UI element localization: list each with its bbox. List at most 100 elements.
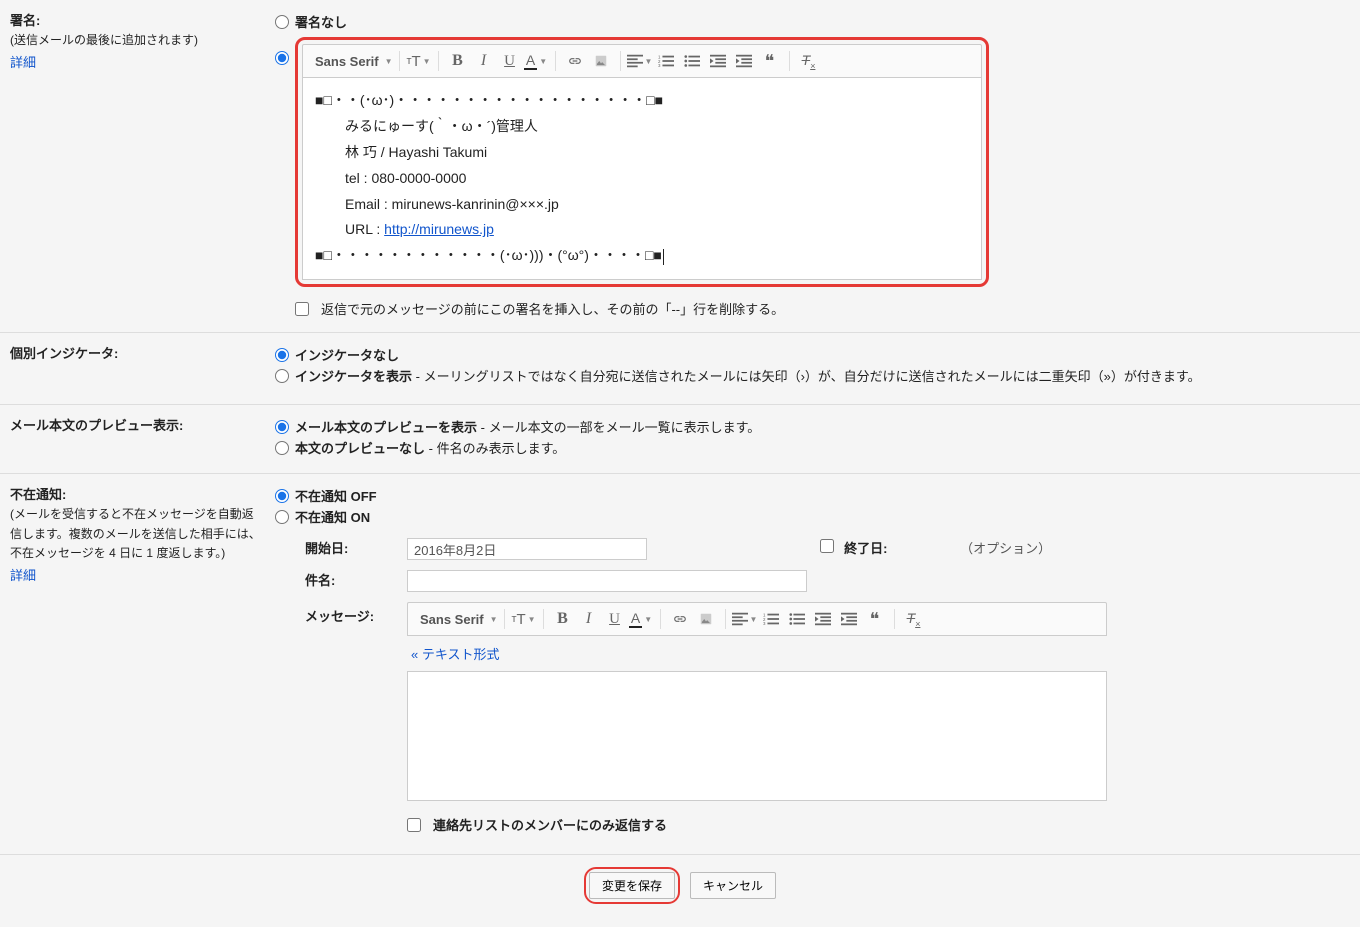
vacation-on-radio[interactable]	[275, 510, 289, 524]
msg-bulleted-list-button[interactable]	[784, 606, 810, 632]
indent-less-button[interactable]	[705, 48, 731, 74]
clear-formatting-icon: T×	[907, 610, 921, 629]
vacation-title: 不在通知:	[10, 484, 265, 503]
snippets-hide-radio[interactable]	[275, 441, 289, 455]
message-toolbar: Sans Serif ▼ тT▼ B I U	[407, 602, 1107, 636]
save-button-highlight: 変更を保存	[584, 867, 680, 904]
indicators-none-label: インジケータなし	[295, 345, 399, 364]
start-date-input[interactable]: 2016年8月2日	[407, 538, 647, 560]
vacation-section: 不在通知: (メールを受信すると不在メッセージを自動返信します。複数のメールを送…	[0, 474, 1360, 855]
end-date-checkbox[interactable]	[820, 539, 834, 553]
vacation-learn-more-link[interactable]: 詳細	[10, 565, 36, 584]
contacts-only-checkbox[interactable]	[407, 818, 421, 832]
indent-more-button[interactable]	[731, 48, 757, 74]
signature-url-link[interactable]: http://mirunews.jp	[384, 221, 494, 237]
clear-formatting-button[interactable]: T×	[796, 48, 822, 74]
msg-clear-formatting-button[interactable]: T×	[901, 606, 927, 632]
cancel-button[interactable]: キャンセル	[690, 872, 776, 899]
align-button[interactable]: ▼	[627, 48, 653, 74]
indicators-show-radio[interactable]	[275, 369, 289, 383]
message-editor-body[interactable]	[407, 671, 1107, 801]
signature-line-2: みるにゅーす(｀・ω・´)管理人	[315, 114, 969, 140]
indicators-section: 個別インジケータ: インジケータなし インジケータを表示 - メーリングリストで…	[0, 333, 1360, 405]
insert-before-row: 返信で元のメッセージの前にこの署名を挿入し、その前の「--」行を削除する。	[295, 299, 1350, 318]
msg-font-size-button[interactable]: тT▼	[511, 606, 537, 632]
snippets-hide-desc: - 件名のみ表示します。	[425, 441, 565, 456]
signature-section: 署名: (送信メールの最後に追加されます) 詳細 署名なし Sans Serif…	[0, 0, 1360, 333]
vacation-on-row: 不在通知 ON	[275, 507, 1350, 526]
image-icon	[699, 612, 713, 626]
dropdown-arrow-icon: ▼	[490, 615, 498, 624]
font-size-button[interactable]: тT▼	[406, 48, 432, 74]
italic-button[interactable]: I	[471, 48, 497, 74]
indent-more-icon	[736, 54, 752, 68]
text-color-button[interactable]: A▼	[523, 48, 549, 74]
vacation-off-row: 不在通知 OFF	[275, 486, 1350, 505]
subject-input[interactable]	[407, 570, 807, 592]
image-button[interactable]	[588, 48, 614, 74]
save-button[interactable]: 変更を保存	[589, 872, 675, 899]
indicators-show-label: インジケータを表示	[295, 369, 412, 384]
bold-button[interactable]: B	[445, 48, 471, 74]
subject-label: 件名:	[297, 566, 397, 596]
message-label: メッセージ:	[297, 598, 397, 838]
msg-underline-button[interactable]: U	[602, 606, 628, 632]
signature-line-5: Email : mirunews-kanrinin@×××.jp	[315, 192, 969, 218]
indicators-show-row: インジケータを表示 - メーリングリストではなく自分宛に送信されたメールには矢印…	[275, 366, 1350, 388]
start-date-label: 開始日:	[297, 534, 397, 564]
snippets-hide-row: 本文のプレビューなし - 件名のみ表示します。	[275, 438, 1350, 457]
underline-button[interactable]: U	[497, 48, 523, 74]
link-icon	[568, 54, 582, 68]
signature-custom-radio[interactable]	[275, 51, 289, 65]
link-icon	[673, 612, 687, 626]
font-family-selector[interactable]: Sans Serif ▼	[309, 54, 399, 69]
msg-image-button[interactable]	[693, 606, 719, 632]
signature-none-radio[interactable]	[275, 15, 289, 29]
numbered-list-button[interactable]: 123	[653, 48, 679, 74]
msg-link-button[interactable]	[667, 606, 693, 632]
signature-line-4: tel : 080-0000-0000	[315, 166, 969, 192]
bulleted-list-icon	[684, 54, 700, 68]
svg-text:3: 3	[763, 622, 766, 627]
vacation-on-label: 不在通知 ON	[295, 507, 370, 526]
msg-align-button[interactable]: ▼	[732, 606, 758, 632]
footer-buttons: 変更を保存 キャンセル	[0, 855, 1360, 916]
msg-indent-less-button[interactable]	[810, 606, 836, 632]
end-date-label: 終了日:	[844, 541, 887, 556]
numbered-list-icon: 123	[763, 612, 779, 626]
msg-numbered-list-button[interactable]: 123	[758, 606, 784, 632]
text-cursor	[663, 249, 664, 265]
snippets-show-desc: - メール本文の一部をメール一覧に表示します。	[477, 420, 760, 435]
indent-less-icon	[815, 612, 831, 626]
msg-text-color-button[interactable]: A▼	[628, 606, 654, 632]
numbered-list-icon: 123	[658, 54, 674, 68]
bulleted-list-icon	[789, 612, 805, 626]
plain-text-link[interactable]: « テキスト形式	[407, 644, 1107, 663]
quote-button[interactable]: ❝	[757, 48, 783, 74]
bulleted-list-button[interactable]	[679, 48, 705, 74]
clear-formatting-icon: T×	[802, 52, 816, 71]
msg-italic-button[interactable]: I	[576, 606, 602, 632]
signature-learn-more-link[interactable]: 詳細	[10, 52, 36, 71]
vacation-off-radio[interactable]	[275, 489, 289, 503]
link-button[interactable]	[562, 48, 588, 74]
insert-before-label: 返信で元のメッセージの前にこの署名を挿入し、その前の「--」行を削除する。	[321, 299, 784, 318]
msg-font-family-selector[interactable]: Sans Serif ▼	[414, 612, 504, 627]
signature-content: 署名なし Sans Serif ▼ тT▼	[275, 10, 1350, 318]
indicators-none-radio[interactable]	[275, 348, 289, 362]
msg-quote-button[interactable]: ❝	[862, 606, 888, 632]
msg-indent-more-button[interactable]	[836, 606, 862, 632]
contacts-only-row: 連絡先リストのメンバーにのみ返信する	[407, 815, 1107, 834]
signature-label-block: 署名: (送信メールの最後に追加されます) 詳細	[10, 10, 275, 318]
quote-icon: ❝	[870, 614, 880, 624]
align-left-icon	[627, 54, 643, 68]
msg-bold-button[interactable]: B	[550, 606, 576, 632]
insert-before-checkbox[interactable]	[295, 302, 309, 316]
snippets-show-radio[interactable]	[275, 420, 289, 434]
indent-more-icon	[841, 612, 857, 626]
signature-editor-body[interactable]: ■□・・(･ω･)・・・・・・・・・・・・・・・・・・□■ みるにゅーす(｀・ω…	[302, 78, 982, 280]
signature-subtitle: (送信メールの最後に追加されます)	[10, 31, 265, 50]
indicators-title: 個別インジケータ:	[10, 343, 265, 362]
image-icon	[594, 54, 608, 68]
snippets-hide-label: 本文のプレビューなし	[295, 441, 425, 456]
